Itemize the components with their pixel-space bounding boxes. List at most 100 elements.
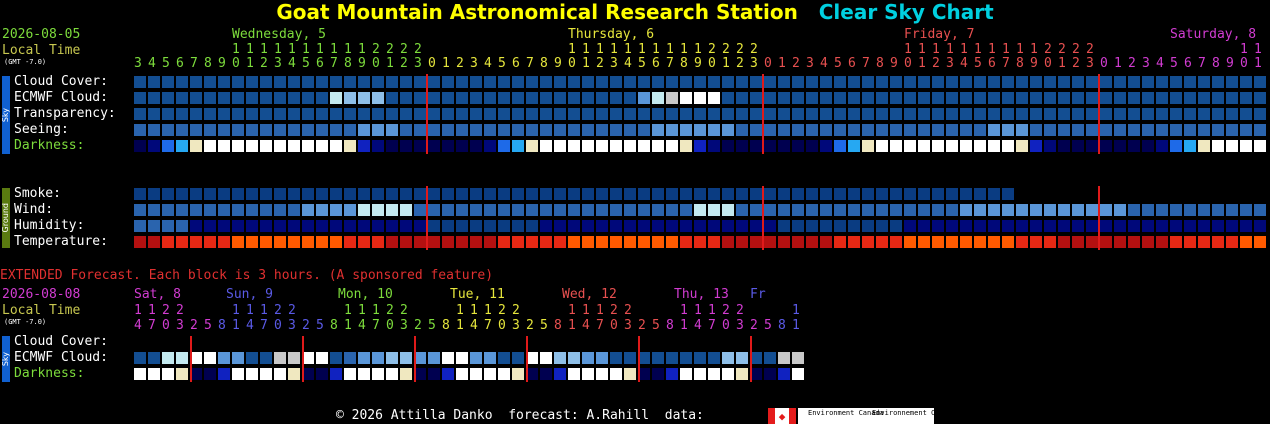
humidity-row-cell[interactable]	[1016, 220, 1028, 232]
cloud-cover-row-cell[interactable]	[582, 76, 594, 88]
darkness-row-cell[interactable]	[1156, 140, 1168, 152]
wind-row-cell[interactable]	[596, 204, 608, 216]
extended-ecmwf-row-cell[interactable]	[652, 352, 664, 364]
seeing-row-cell[interactable]	[204, 124, 216, 136]
darkness-row-cell[interactable]	[904, 140, 916, 152]
darkness-row-cell[interactable]	[218, 140, 230, 152]
cloud-cover-row-cell[interactable]	[820, 76, 832, 88]
transparency-row-cell[interactable]	[876, 108, 888, 120]
transparency-row-cell[interactable]	[862, 108, 874, 120]
humidity-row-cell[interactable]	[960, 220, 972, 232]
smoke-row-cell[interactable]	[876, 188, 888, 200]
wind-row-cell[interactable]	[890, 204, 902, 216]
extended-cloud-cover-row-cell[interactable]	[512, 336, 524, 348]
temperature-row-cell[interactable]	[554, 236, 566, 248]
extended-cloud-cover-row-cell[interactable]	[792, 336, 804, 348]
wind-row-cell[interactable]	[442, 204, 454, 216]
ecmwf-cloud-row-cell[interactable]	[890, 92, 902, 104]
seeing-row-cell[interactable]	[722, 124, 734, 136]
humidity-row-cell[interactable]	[876, 220, 888, 232]
humidity-row-cell[interactable]	[764, 220, 776, 232]
temperature-row-cell[interactable]	[1016, 236, 1028, 248]
seeing-row-cell[interactable]	[554, 124, 566, 136]
wind-row-cell[interactable]	[568, 204, 580, 216]
row-label[interactable]: Wind:	[14, 202, 53, 218]
extended-darkness-row-cell[interactable]	[736, 368, 748, 380]
temperature-row-cell[interactable]	[848, 236, 860, 248]
temperature-row-cell[interactable]	[1058, 236, 1070, 248]
extended-ecmwf-row-cell[interactable]	[134, 352, 146, 364]
extended-ecmwf-row-cell[interactable]	[624, 352, 636, 364]
transparency-row-cell[interactable]	[540, 108, 552, 120]
ecmwf-cloud-row-cell[interactable]	[456, 92, 468, 104]
ecmwf-cloud-row-cell[interactable]	[1114, 92, 1126, 104]
darkness-row-cell[interactable]	[960, 140, 972, 152]
cloud-cover-row-cell[interactable]	[442, 76, 454, 88]
temperature-row-cell[interactable]	[708, 236, 720, 248]
wind-row-cell[interactable]	[526, 204, 538, 216]
cloud-cover-row-cell[interactable]	[694, 76, 706, 88]
temperature-row-cell[interactable]	[1226, 236, 1238, 248]
darkness-row-cell[interactable]	[862, 140, 874, 152]
wind-row-cell[interactable]	[638, 204, 650, 216]
extended-cloud-cover-row-cell[interactable]	[666, 336, 678, 348]
extended-ecmwf-row-cell[interactable]	[204, 352, 216, 364]
wind-row-cell[interactable]	[862, 204, 874, 216]
wind-row-cell[interactable]	[820, 204, 832, 216]
extended-ecmwf-row-cell[interactable]	[470, 352, 482, 364]
seeing-row-cell[interactable]	[1086, 124, 1098, 136]
darkness-row-cell[interactable]	[1226, 140, 1238, 152]
ecmwf-cloud-row-cell[interactable]	[274, 92, 286, 104]
cloud-cover-row-cell[interactable]	[554, 76, 566, 88]
seeing-row-cell[interactable]	[1058, 124, 1070, 136]
temperature-row-cell[interactable]	[1044, 236, 1056, 248]
ecmwf-cloud-row-cell[interactable]	[442, 92, 454, 104]
darkness-row-cell[interactable]	[428, 140, 440, 152]
humidity-row-cell[interactable]	[512, 220, 524, 232]
cloud-cover-row-cell[interactable]	[666, 76, 678, 88]
wind-row-cell[interactable]	[1142, 204, 1154, 216]
cloud-cover-row-cell[interactable]	[428, 76, 440, 88]
cloud-cover-row-cell[interactable]	[1072, 76, 1084, 88]
cloud-cover-row-cell[interactable]	[610, 76, 622, 88]
extended-cloud-cover-row-cell[interactable]	[246, 336, 258, 348]
wind-row-cell[interactable]	[806, 204, 818, 216]
wind-row-cell[interactable]	[1128, 204, 1140, 216]
cloud-cover-row-cell[interactable]	[470, 76, 482, 88]
ecmwf-cloud-row-cell[interactable]	[400, 92, 412, 104]
darkness-row-cell[interactable]	[876, 140, 888, 152]
cloud-cover-row-cell[interactable]	[1156, 76, 1168, 88]
transparency-row-cell[interactable]	[1198, 108, 1210, 120]
extended-cloud-cover-row-cell[interactable]	[456, 336, 468, 348]
temperature-row-cell[interactable]	[358, 236, 370, 248]
smoke-row-cell[interactable]	[596, 188, 608, 200]
seeing-row-cell[interactable]	[428, 124, 440, 136]
extended-darkness-row-cell[interactable]	[792, 368, 804, 380]
transparency-row-cell[interactable]	[890, 108, 902, 120]
humidity-row-cell[interactable]	[736, 220, 748, 232]
wind-row-cell[interactable]	[792, 204, 804, 216]
wind-row-cell[interactable]	[708, 204, 720, 216]
humidity-row-cell[interactable]	[134, 220, 146, 232]
extended-ecmwf-row-cell[interactable]	[232, 352, 244, 364]
seeing-row-cell[interactable]	[638, 124, 650, 136]
extended-cloud-cover-row-cell[interactable]	[582, 336, 594, 348]
extended-row-label[interactable]: Cloud Cover:	[14, 334, 108, 350]
temperature-row-cell[interactable]	[232, 236, 244, 248]
wind-row-cell[interactable]	[358, 204, 370, 216]
seeing-row-cell[interactable]	[610, 124, 622, 136]
transparency-row-cell[interactable]	[134, 108, 146, 120]
extended-cloud-cover-row-cell[interactable]	[358, 336, 370, 348]
wind-row-cell[interactable]	[190, 204, 202, 216]
humidity-row-cell[interactable]	[1002, 220, 1014, 232]
humidity-row-cell[interactable]	[988, 220, 1000, 232]
seeing-row-cell[interactable]	[1128, 124, 1140, 136]
transparency-row-cell[interactable]	[274, 108, 286, 120]
seeing-row-cell[interactable]	[876, 124, 888, 136]
smoke-row-cell[interactable]	[162, 188, 174, 200]
temperature-row-cell[interactable]	[246, 236, 258, 248]
transparency-row-cell[interactable]	[750, 108, 762, 120]
seeing-row-cell[interactable]	[484, 124, 496, 136]
ecmwf-cloud-row-cell[interactable]	[834, 92, 846, 104]
darkness-row-cell[interactable]	[526, 140, 538, 152]
